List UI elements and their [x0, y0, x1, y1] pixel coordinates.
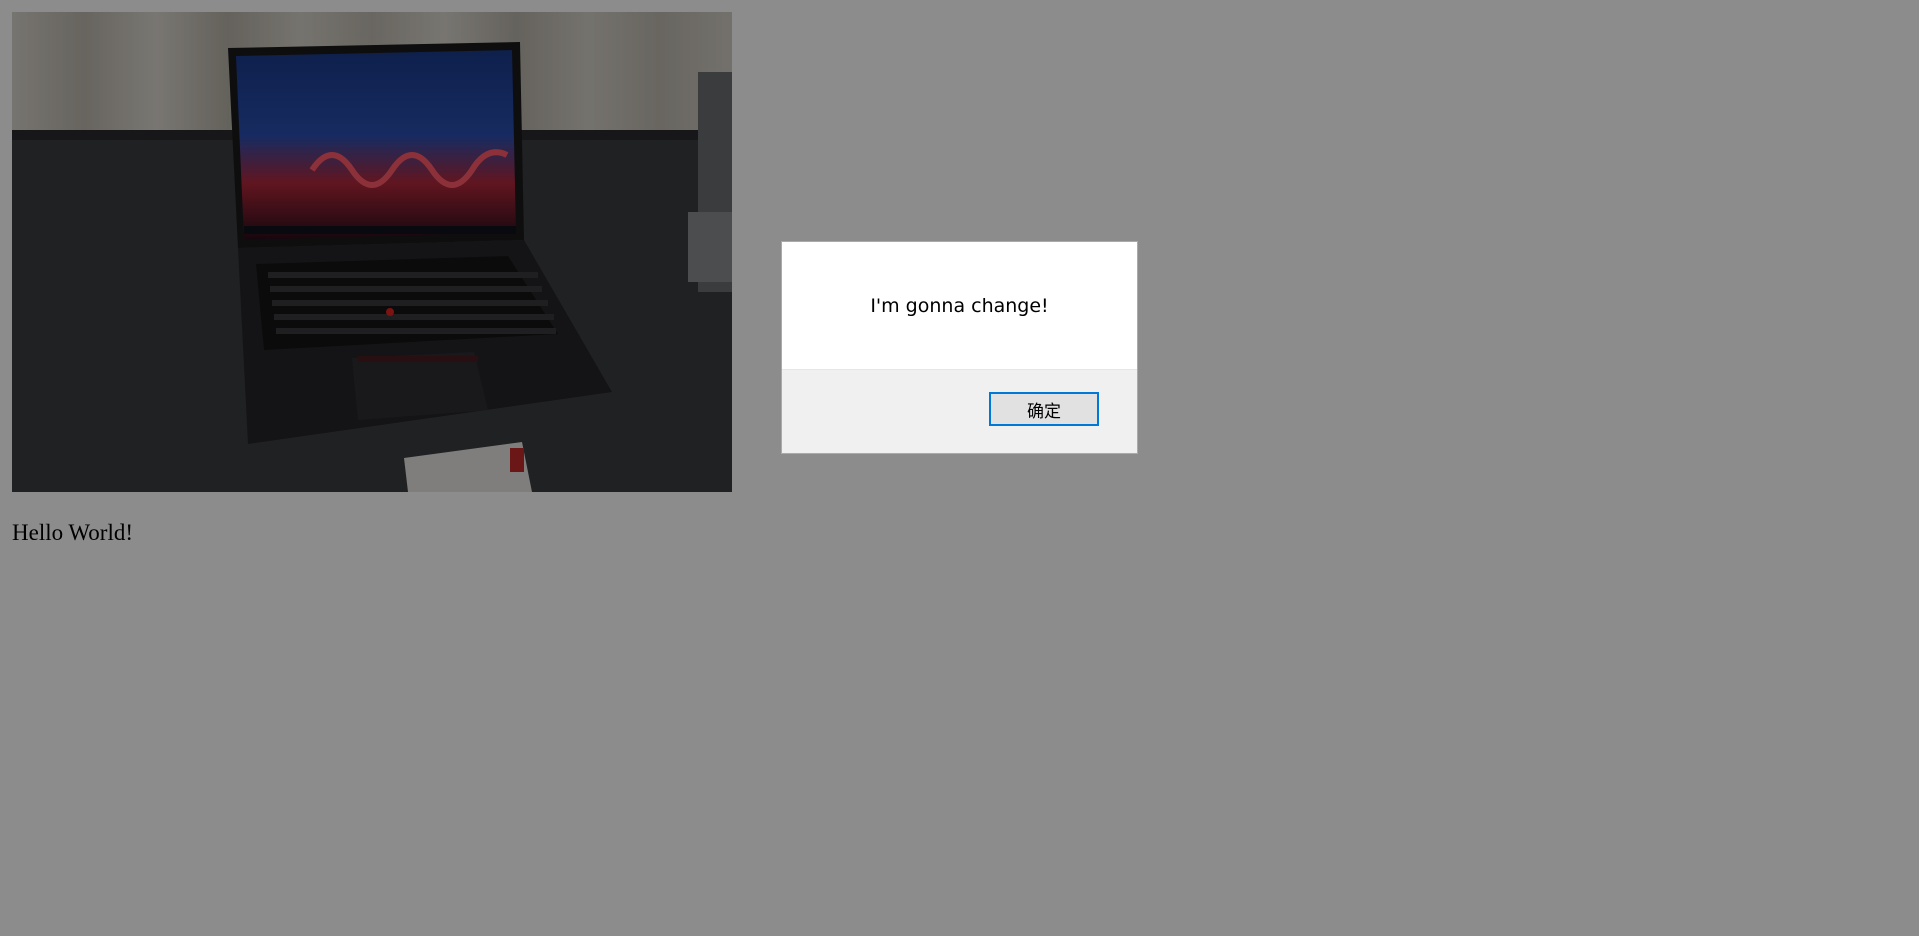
dialog-body: I'm gonna change!	[782, 242, 1137, 370]
page: Hello World! I'm gonna change! 确定	[0, 0, 1919, 936]
dialog-footer: 确定	[782, 369, 1137, 453]
modal-overlay	[0, 0, 1919, 936]
alert-dialog: I'm gonna change! 确定	[781, 241, 1138, 454]
ok-button[interactable]: 确定	[989, 392, 1099, 426]
dialog-message: I'm gonna change!	[870, 295, 1049, 317]
